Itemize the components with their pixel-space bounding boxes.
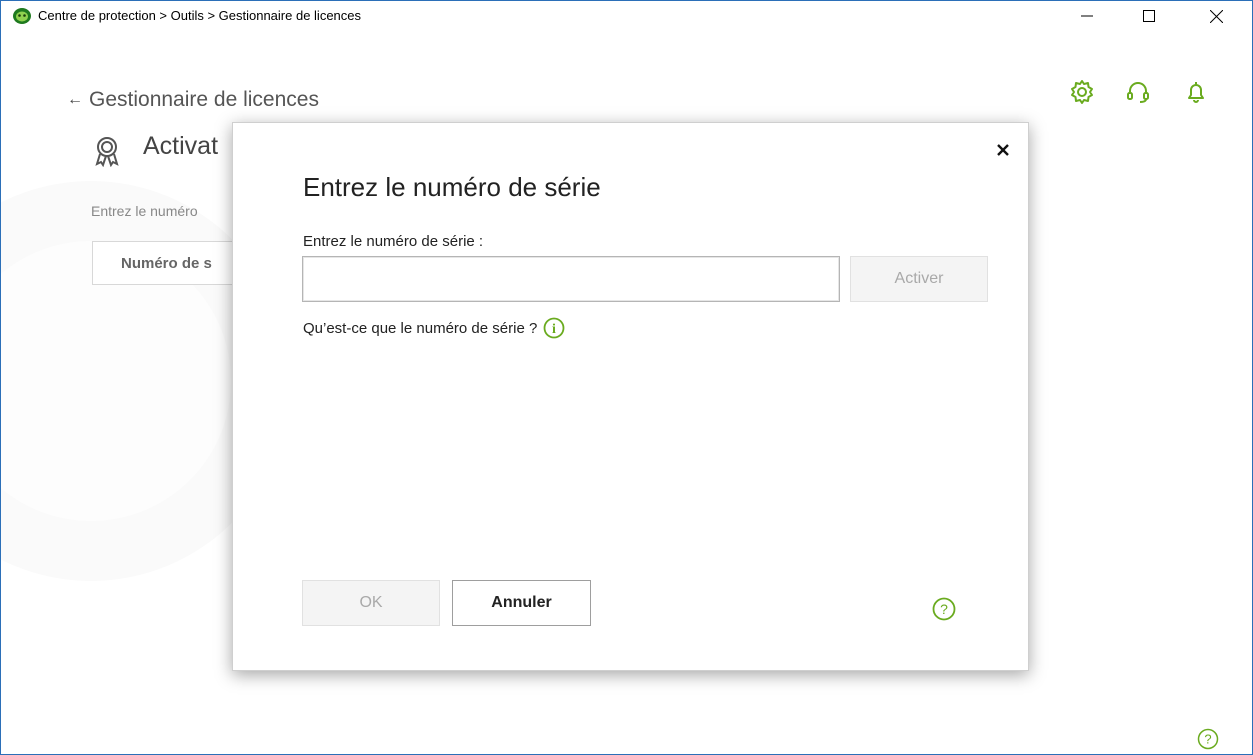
back-arrow-icon: ← bbox=[67, 91, 83, 108]
svg-text:i: i bbox=[552, 322, 556, 337]
app-logo-icon bbox=[13, 8, 31, 24]
info-icon[interactable]: i bbox=[543, 317, 565, 339]
window-title: Centre de protection > Outils > Gestionn… bbox=[38, 8, 362, 23]
license-award-icon bbox=[95, 137, 119, 167]
title-bar: Centre de protection > Outils > Gestionn… bbox=[1, 1, 1252, 31]
app-window: Centre de protection > Outils > Gestionn… bbox=[0, 0, 1253, 755]
serial-help-label: Qu’est-ce que le numéro de série ? bbox=[303, 319, 538, 337]
dialog-title: Entrez le numéro de série bbox=[303, 172, 601, 202]
serial-number-input[interactable] bbox=[302, 256, 840, 302]
gear-icon[interactable] bbox=[1069, 79, 1095, 105]
svg-text:?: ? bbox=[1204, 732, 1211, 747]
section-description: Entrez le numéro bbox=[91, 203, 198, 219]
back-link[interactable]: ← Gestionnaire de licences bbox=[67, 88, 319, 112]
serial-help-link[interactable]: Qu’est-ce que le numéro de série ? i bbox=[303, 317, 565, 339]
cancel-button[interactable]: Annuler bbox=[452, 580, 591, 626]
section-title: Activat bbox=[143, 132, 219, 160]
window-close-button[interactable] bbox=[1193, 1, 1239, 31]
help-icon[interactable]: ? bbox=[1197, 728, 1219, 750]
maximize-button[interactable] bbox=[1126, 1, 1172, 31]
ok-button[interactable]: OK bbox=[302, 580, 440, 626]
help-icon[interactable]: ? bbox=[932, 597, 956, 621]
serial-number-dialog: Entrez le numéro de série Entrez le numé… bbox=[232, 122, 1029, 671]
activate-button[interactable]: Activer bbox=[850, 256, 988, 302]
back-link-label: Gestionnaire de licences bbox=[89, 88, 319, 111]
close-icon bbox=[997, 144, 1009, 156]
serial-field-label: Entrez le numéro de série : bbox=[303, 233, 484, 250]
svg-text:?: ? bbox=[940, 601, 948, 617]
minimize-icon bbox=[1081, 15, 1093, 17]
headset-icon[interactable] bbox=[1125, 79, 1151, 105]
bell-icon[interactable] bbox=[1183, 79, 1209, 105]
close-icon bbox=[1209, 9, 1223, 23]
serial-number-button-label: Numéro de s bbox=[121, 254, 212, 272]
minimize-button[interactable] bbox=[1064, 1, 1110, 31]
maximize-icon bbox=[1143, 10, 1155, 22]
dialog-close-button[interactable] bbox=[992, 139, 1014, 161]
